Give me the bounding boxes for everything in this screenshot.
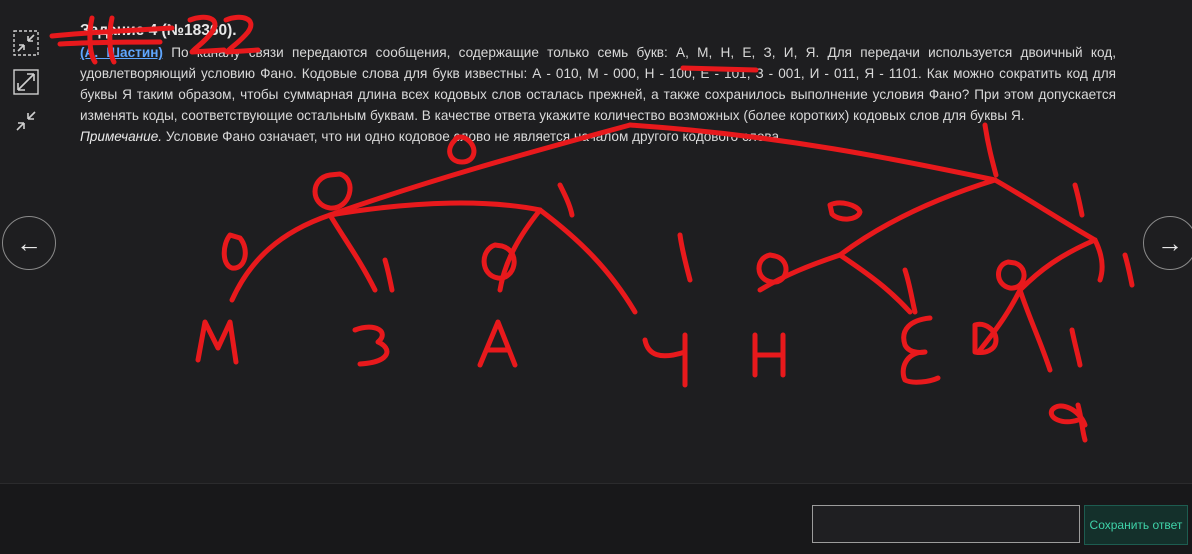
collapse-icon[interactable] xyxy=(13,30,39,56)
prev-button[interactable]: ← xyxy=(2,216,56,270)
toolbar xyxy=(13,30,41,147)
shrink-icon[interactable] xyxy=(13,108,39,134)
task-title: Задание 4 (№18360). xyxy=(80,22,237,39)
expand-icon[interactable] xyxy=(13,69,39,95)
author-link[interactable]: (А. Шастин) xyxy=(80,45,163,60)
note-text: Условие Фано означает, что ни одно кодов… xyxy=(162,129,783,144)
annotation-digits xyxy=(221,122,1135,368)
task-content: Задание 4 (№18360). (А. Шастин) По канал… xyxy=(80,20,1116,147)
task-note: Примечание. Условие Фано означает, что н… xyxy=(80,126,1116,147)
note-label: Примечание. xyxy=(80,129,163,144)
answer-input[interactable] xyxy=(812,505,1080,543)
annotation-leaves xyxy=(195,315,1088,443)
save-answer-button[interactable]: Сохранить ответ xyxy=(1084,505,1188,545)
next-button[interactable]: → xyxy=(1143,216,1192,270)
annotation-tree xyxy=(229,122,1105,373)
task-body: По каналу связи передаются сообщения, со… xyxy=(80,45,1116,123)
answer-bar: Сохранить ответ xyxy=(0,483,1192,554)
task-text: (А. Шастин) По каналу связи передаются с… xyxy=(80,42,1116,126)
